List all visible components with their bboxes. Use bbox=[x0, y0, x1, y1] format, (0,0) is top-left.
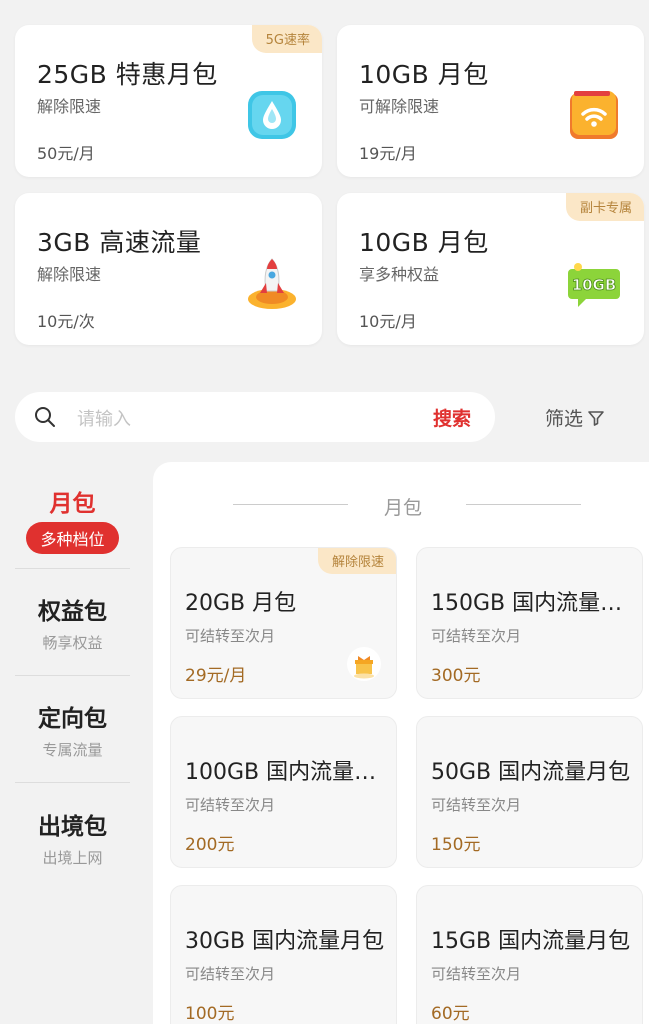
section-title: 月包 bbox=[384, 497, 423, 519]
package-price: 100元 bbox=[185, 1004, 235, 1024]
sidebar-item-desc: 畅享权益 bbox=[42, 634, 103, 652]
package-price: 60元 bbox=[431, 1004, 470, 1024]
promo-card-price: 50元/月 bbox=[37, 144, 95, 163]
promo-card-title: 25GB 特惠月包 bbox=[37, 60, 218, 89]
promo-card-25gb[interactable]: 5G速率 25GB 特惠月包 解除限速 50元/月 bbox=[15, 25, 322, 177]
promo-card-subtitle: 解除限速 bbox=[37, 265, 102, 284]
package-title: 100GB 国内流量月包 bbox=[185, 760, 385, 785]
package-card-20gb[interactable]: 解除限速 20GB 月包 可结转至次月 29元/月 bbox=[170, 547, 397, 699]
package-subtitle: 可结转至次月 bbox=[185, 627, 276, 645]
sidebar-item-roaming[interactable]: 出境包 出境上网 bbox=[15, 807, 130, 868]
package-card-100gb[interactable]: 100GB 国内流量月包 可结转至次月 200元 bbox=[170, 716, 397, 868]
package-title: 15GB 国内流量月包 bbox=[431, 929, 631, 954]
package-card-30gb[interactable]: 30GB 国内流量月包 可结转至次月 100元 bbox=[170, 885, 397, 1024]
promo-card-title: 10GB 月包 bbox=[359, 228, 489, 257]
package-price: 200元 bbox=[185, 835, 235, 855]
search-button[interactable]: 搜索 bbox=[433, 404, 471, 431]
promo-card-subtitle: 可解除限速 bbox=[359, 97, 440, 116]
sidebar-divider bbox=[15, 568, 130, 569]
sidebar-item-targeted[interactable]: 定向包 专属流量 bbox=[15, 699, 130, 760]
filter-button[interactable]: 筛选 bbox=[545, 404, 605, 431]
gift-coin-icon bbox=[347, 647, 381, 681]
package-subtitle: 可结转至次月 bbox=[185, 796, 276, 814]
rocket-icon bbox=[248, 258, 296, 309]
promo-card-3gb[interactable]: 3GB 高速流量 解除限速 10元/次 bbox=[15, 193, 322, 345]
wifi-box-icon bbox=[570, 91, 618, 139]
sidebar-item-desc: 出境上网 bbox=[42, 849, 103, 867]
filter-funnel-icon bbox=[588, 410, 604, 426]
package-title: 20GB 月包 bbox=[185, 591, 297, 616]
promo-card-title: 10GB 月包 bbox=[359, 60, 489, 89]
package-subtitle: 可结转至次月 bbox=[431, 627, 522, 645]
promo-card-price: 10元/月 bbox=[359, 312, 417, 331]
promo-card-price: 10元/次 bbox=[37, 312, 95, 331]
sidebar-item-label: 月包 bbox=[49, 491, 96, 517]
filter-label: 筛选 bbox=[545, 408, 584, 430]
package-subtitle: 可结转至次月 bbox=[431, 796, 522, 814]
badge-secondary-card: 副卡专属 bbox=[565, 193, 644, 221]
promo-card-10gb[interactable]: 10GB 月包 可解除限速 19元/月 bbox=[337, 25, 644, 177]
sidebar-item-desc: 多种档位 bbox=[26, 522, 119, 554]
search-bar[interactable]: 请输入 搜索 bbox=[15, 392, 495, 442]
package-price: 29元/月 bbox=[185, 666, 247, 686]
promo-card-subtitle: 享多种权益 bbox=[359, 265, 440, 284]
package-price: 150元 bbox=[431, 835, 481, 855]
badge-5g-speed: 5G速率 bbox=[251, 25, 322, 53]
sidebar-divider bbox=[15, 782, 130, 783]
sidebar-item-desc: 专属流量 bbox=[42, 741, 103, 759]
10gb-speech-bubble-icon: 10GB bbox=[568, 263, 620, 307]
promo-card-title: 3GB 高速流量 bbox=[37, 228, 202, 257]
water-drop-icon bbox=[248, 91, 296, 139]
sidebar-divider bbox=[15, 675, 130, 676]
package-subtitle: 可结转至次月 bbox=[431, 965, 522, 983]
section-divider-left bbox=[233, 504, 348, 505]
promo-card-price: 19元/月 bbox=[359, 144, 417, 163]
search-icon bbox=[35, 407, 55, 427]
search-input[interactable]: 请输入 bbox=[77, 405, 131, 431]
package-price: 300元 bbox=[431, 666, 481, 686]
badge-unthrottle: 解除限速 bbox=[317, 548, 396, 574]
package-subtitle: 可结转至次月 bbox=[185, 965, 276, 983]
promo-card-subtitle: 解除限速 bbox=[37, 97, 102, 116]
package-card-150gb[interactable]: 150GB 国内流量月包 可结转至次月 300元 bbox=[416, 547, 643, 699]
sidebar-item-label: 权益包 bbox=[38, 599, 107, 625]
svg-text:10GB: 10GB bbox=[572, 276, 617, 294]
sidebar-item-label: 出境包 bbox=[38, 814, 107, 840]
package-title: 150GB 国内流量月包 bbox=[431, 591, 631, 616]
promo-card-10gb-secondary[interactable]: 副卡专属 10GB 月包 享多种权益 10元/月 10GB bbox=[337, 193, 644, 345]
sidebar-item-label: 定向包 bbox=[38, 706, 107, 732]
package-card-50gb[interactable]: 50GB 国内流量月包 可结转至次月 150元 bbox=[416, 716, 643, 868]
package-title: 30GB 国内流量月包 bbox=[185, 929, 385, 954]
section-divider-right bbox=[466, 504, 581, 505]
sidebar-item-monthly[interactable]: 月包 多种档位 bbox=[15, 484, 130, 554]
package-title: 50GB 国内流量月包 bbox=[431, 760, 631, 785]
sidebar-item-benefits[interactable]: 权益包 畅享权益 bbox=[15, 592, 130, 653]
package-card-15gb[interactable]: 15GB 国内流量月包 可结转至次月 60元 bbox=[416, 885, 643, 1024]
